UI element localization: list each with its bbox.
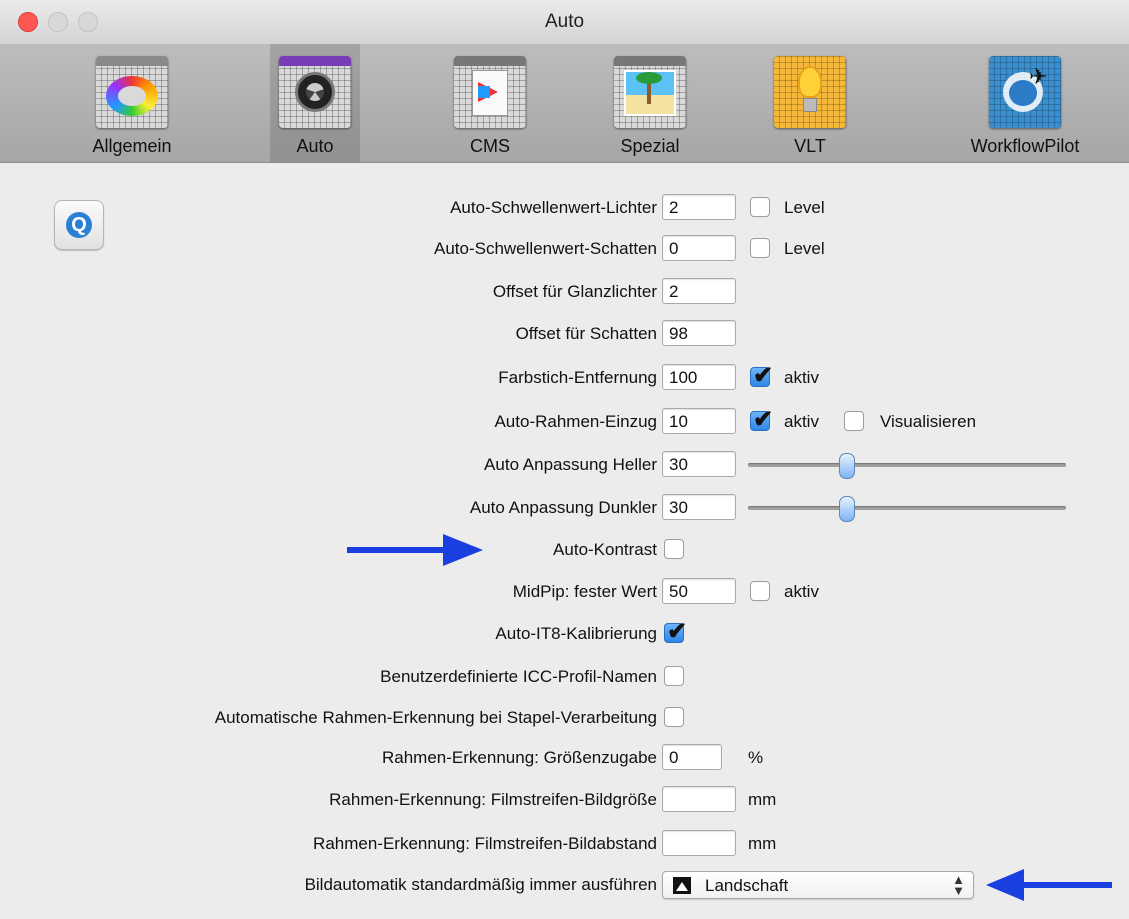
shadow-offset-label: Offset für Schatten xyxy=(515,324,657,343)
popup-arrows-icon: ▲ ▼ xyxy=(952,872,965,898)
percent-unit-label: % xyxy=(748,748,764,767)
highlight-level-checkbox[interactable] xyxy=(750,197,770,217)
cast-removal-label: Farbstich-Entfernung xyxy=(498,368,657,387)
frame-size-add-label: Rahmen-Erkennung: Größenzugabe xyxy=(382,748,657,767)
frame-inset-input[interactable]: 10 xyxy=(662,408,736,434)
tab-auto[interactable]: Auto xyxy=(270,44,360,162)
row-frame-inset: Auto-Rahmen-Einzug 10 ✔ aktiv Visualisie… xyxy=(0,406,1129,438)
gloss-offset-label: Offset für Glanzlichter xyxy=(492,282,657,301)
default-auto-popup[interactable]: Landschaft ▲ ▼ xyxy=(662,871,974,899)
tab-cms-label: CMS xyxy=(470,136,510,156)
row-auto-contrast: Auto-Kontrast xyxy=(0,536,1129,566)
annotation-arrow-left-icon xyxy=(986,869,1112,901)
pilot-plane-icon: ✈ xyxy=(989,56,1061,128)
adjust-darker-label: Auto Anpassung Dunkler xyxy=(469,498,657,517)
row-icc-names: Benutzerdefinierte ICC-Profil-Namen xyxy=(0,663,1129,693)
gloss-offset-input[interactable]: 2 xyxy=(662,278,736,304)
batch-frame-detect-checkbox[interactable] xyxy=(664,707,684,727)
landscape-icon xyxy=(673,877,691,894)
color-wheel-icon xyxy=(96,56,168,128)
row-gloss-offset: Offset für Glanzlichter 2 xyxy=(0,278,1129,308)
tab-allgemein[interactable]: Allgemein xyxy=(72,44,192,162)
visualize-checkbox[interactable] xyxy=(844,411,864,431)
shadow-level-checkbox[interactable] xyxy=(750,238,770,258)
icc-names-label: Benutzerdefinierte ICC-Profil-Namen xyxy=(380,667,657,686)
tab-spezial[interactable]: Spezial xyxy=(590,44,710,162)
batch-frame-detect-label: Automatische Rahmen-Erkennung bei Stapel… xyxy=(214,708,657,727)
row-it8: Auto-IT8-Kalibrierung ✔ xyxy=(0,618,1129,650)
highlight-threshold-input[interactable]: 2 xyxy=(662,194,736,220)
cast-removal-active-label: aktiv xyxy=(784,368,819,387)
cast-removal-checkbox[interactable]: ✔ xyxy=(750,362,773,389)
row-highlight-threshold: Auto-Schwellenwert-Lichter 2 Level xyxy=(0,194,1129,224)
tab-allgemein-label: Allgemein xyxy=(92,136,172,156)
row-midpip: MidPip: fester Wert 50 aktiv xyxy=(0,578,1129,608)
frame-inset-label: Auto-Rahmen-Einzug xyxy=(494,412,657,431)
row-frame-size-add: Rahmen-Erkennung: Größenzugabe 0 % xyxy=(0,744,1129,774)
aperture-icon xyxy=(279,56,351,128)
checkmark-icon: ✔ xyxy=(753,362,774,389)
film-image-gap-label: Rahmen-Erkennung: Filmstreifen-Bildabsta… xyxy=(313,834,657,853)
shadow-threshold-label: Auto-Schwellenwert-Schatten xyxy=(433,239,657,258)
color-profile-icon xyxy=(454,56,526,128)
row-adjust-brighter: Auto Anpassung Heller 30 xyxy=(0,451,1129,481)
row-shadow-threshold: Auto-Schwellenwert-Schatten 0 Level xyxy=(0,235,1129,265)
mm-unit-label: mm xyxy=(748,790,777,809)
midpip-input[interactable]: 50 xyxy=(662,578,736,604)
shadow-threshold-input[interactable]: 0 xyxy=(662,235,736,261)
auto-contrast-checkbox[interactable] xyxy=(664,539,684,559)
checkmark-icon: ✔ xyxy=(753,406,774,433)
tab-auto-label: Auto xyxy=(296,136,334,156)
midpip-active-checkbox[interactable] xyxy=(750,581,770,601)
frame-inset-active-label: aktiv xyxy=(784,412,819,431)
default-auto-selected: Landschaft xyxy=(705,876,789,895)
preferences-toolbar: Allgemein Auto CMS Spezial VLT ✈ Workflo… xyxy=(0,44,1129,163)
highlight-threshold-label: Auto-Schwellenwert-Lichter xyxy=(450,198,657,217)
row-batch-frame-detect: Automatische Rahmen-Erkennung bei Stapel… xyxy=(0,704,1129,734)
adjust-brighter-label: Auto Anpassung Heller xyxy=(484,455,657,474)
tab-spezial-label: Spezial xyxy=(620,136,680,156)
slider-knob[interactable] xyxy=(839,496,855,522)
mm-unit-label: mm xyxy=(748,834,777,853)
visualize-label: Visualisieren xyxy=(880,412,977,431)
tab-vlt[interactable]: VLT xyxy=(760,44,860,162)
row-adjust-darker: Auto Anpassung Dunkler 30 xyxy=(0,494,1129,524)
tab-cms[interactable]: CMS xyxy=(430,44,550,162)
adjust-brighter-input[interactable]: 30 xyxy=(662,451,736,477)
shadow-offset-input[interactable]: 98 xyxy=(662,320,736,346)
it8-checkbox[interactable]: ✔ xyxy=(664,618,687,645)
adjust-darker-input[interactable]: 30 xyxy=(662,494,736,520)
annotation-arrow-right-icon xyxy=(347,534,483,566)
light-bulb-icon xyxy=(774,56,846,128)
row-cast-removal: Farbstich-Entfernung 100 ✔ aktiv xyxy=(0,362,1129,394)
row-default-auto: Bildautomatik standardmäßig immer ausfüh… xyxy=(0,871,1129,901)
beach-palm-icon xyxy=(614,56,686,128)
film-image-size-input[interactable] xyxy=(662,786,736,812)
midpip-active-label: aktiv xyxy=(784,582,819,601)
tab-workflowpilot[interactable]: ✈ WorkflowPilot xyxy=(945,44,1105,162)
midpip-label: MidPip: fester Wert xyxy=(512,582,657,601)
title-bar: Auto xyxy=(0,0,1129,45)
film-image-gap-input[interactable] xyxy=(662,830,736,856)
shadow-level-label: Level xyxy=(784,239,825,258)
highlight-level-label: Level xyxy=(784,198,825,217)
row-shadow-offset: Offset für Schatten 98 xyxy=(0,320,1129,350)
window-title: Auto xyxy=(544,11,585,32)
row-film-image-size: Rahmen-Erkennung: Filmstreifen-Bildgröße… xyxy=(0,786,1129,816)
film-image-size-label: Rahmen-Erkennung: Filmstreifen-Bildgröße xyxy=(329,790,657,809)
cast-removal-input[interactable]: 100 xyxy=(662,364,736,390)
frame-inset-checkbox[interactable]: ✔ xyxy=(750,406,773,433)
slider-knob[interactable] xyxy=(839,453,855,479)
adjust-brighter-slider[interactable] xyxy=(748,453,1066,479)
auto-contrast-label: Auto-Kontrast xyxy=(553,540,657,559)
tab-workflowpilot-label: WorkflowPilot xyxy=(970,136,1080,156)
row-film-image-gap: Rahmen-Erkennung: Filmstreifen-Bildabsta… xyxy=(0,830,1129,860)
it8-label: Auto-IT8-Kalibrierung xyxy=(495,624,657,643)
icc-names-checkbox[interactable] xyxy=(664,666,684,686)
tab-vlt-label: VLT xyxy=(794,136,826,156)
checkmark-icon: ✔ xyxy=(667,618,688,645)
default-auto-label: Bildautomatik standardmäßig immer ausfüh… xyxy=(304,875,657,894)
frame-size-add-input[interactable]: 0 xyxy=(662,744,722,770)
adjust-darker-slider[interactable] xyxy=(748,496,1066,522)
